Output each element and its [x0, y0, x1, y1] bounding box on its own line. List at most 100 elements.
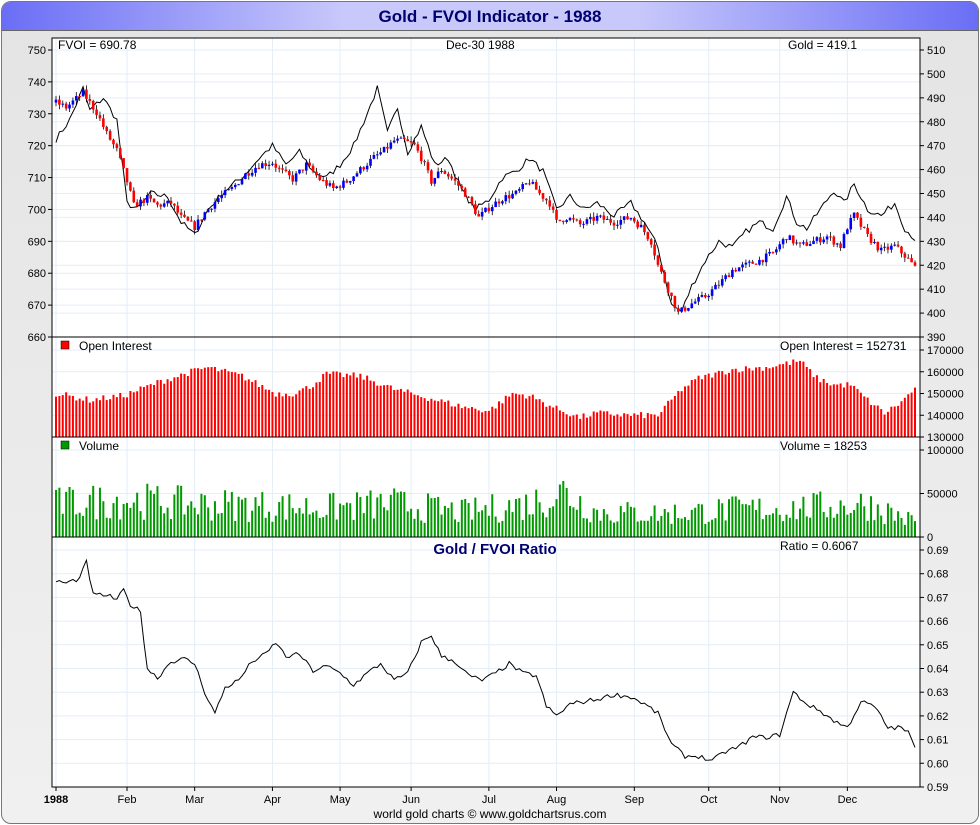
- oi-bar: [799, 360, 802, 437]
- volume-bar: [886, 503, 889, 537]
- volume-bar: [501, 520, 504, 537]
- candle-body: [673, 296, 677, 309]
- candle-body: [639, 224, 643, 228]
- candle-body: [189, 220, 193, 222]
- oi-bar: [153, 384, 156, 437]
- candle-body: [541, 193, 545, 199]
- oi-bar: [504, 395, 507, 437]
- volume-bar: [163, 513, 166, 537]
- candle-body: [183, 214, 186, 217]
- volume-bar: [393, 488, 396, 537]
- candle-body: [737, 267, 741, 272]
- candle-body: [602, 215, 606, 220]
- oi-bar: [244, 380, 247, 437]
- oi-bar: [369, 380, 372, 437]
- candle-body: [744, 262, 748, 265]
- oi-bar: [809, 369, 812, 437]
- oi-bar: [704, 374, 707, 437]
- volume-bar: [433, 497, 436, 537]
- oi-bar: [656, 416, 659, 437]
- candle-body: [375, 154, 379, 156]
- candle-body: [666, 282, 670, 293]
- candle-body: [156, 202, 159, 205]
- oi-bar: [650, 414, 653, 437]
- oi-bar: [220, 369, 223, 437]
- oi-bar: [122, 397, 125, 437]
- oi-bar: [464, 406, 467, 437]
- oi-bar: [640, 412, 643, 437]
- oi-bar: [477, 410, 480, 437]
- volume-bar: [900, 517, 903, 537]
- oi-bar: [403, 391, 406, 437]
- volume-bar: [156, 486, 159, 537]
- volume-bar: [785, 514, 788, 537]
- oi-bar: [528, 396, 531, 437]
- y-tick-label: 390: [927, 332, 945, 344]
- y-tick-label: 500: [927, 69, 945, 81]
- volume-bar: [119, 519, 122, 537]
- candle-body: [355, 173, 359, 177]
- candle-body: [146, 195, 149, 203]
- oi-bar: [535, 399, 538, 437]
- candle-body: [646, 232, 650, 240]
- volume-bar: [599, 520, 602, 537]
- candle-body: [629, 218, 633, 220]
- candle-body: [656, 255, 660, 265]
- y-tick-label: 0.60: [927, 758, 948, 770]
- volume-bar: [528, 514, 531, 537]
- volume-bar: [491, 494, 494, 537]
- volume-bar: [305, 498, 308, 537]
- volume-bar: [122, 503, 125, 537]
- candle-body: [822, 239, 825, 243]
- candle-body: [247, 173, 251, 176]
- volume-bar: [511, 512, 514, 537]
- candle-body: [399, 137, 403, 139]
- oi-bar: [355, 377, 358, 437]
- candle-body: [545, 198, 548, 201]
- oi-bar: [312, 387, 315, 437]
- oi-bar: [159, 380, 162, 437]
- oi-bar: [281, 396, 284, 437]
- y-tick-label: 0.69: [927, 545, 948, 557]
- candle-body: [416, 144, 420, 151]
- candle-body: [345, 180, 349, 183]
- volume-bar: [541, 512, 544, 537]
- volume-bar: [416, 509, 419, 537]
- volume-bar: [322, 517, 325, 537]
- candle-body: [403, 137, 406, 140]
- candle-body: [244, 173, 247, 180]
- candle-body: [622, 216, 626, 220]
- candle-body: [869, 233, 873, 243]
- x-tick-label: Oct: [700, 794, 717, 806]
- candle-body: [196, 219, 200, 231]
- oi-bar: [487, 410, 490, 437]
- volume-bar: [180, 485, 183, 537]
- y-tick-label: 750: [28, 45, 46, 57]
- candle-body: [676, 308, 680, 312]
- candle-body: [714, 284, 717, 290]
- oi-bar: [626, 414, 629, 437]
- volume-bar: [443, 505, 446, 537]
- oi-bar: [684, 386, 687, 437]
- oi-bar: [792, 359, 795, 437]
- volume-bar: [572, 507, 575, 537]
- volume-legend-label: Volume: [79, 439, 119, 453]
- volume-bar: [332, 492, 335, 537]
- oi-bar: [271, 392, 274, 437]
- candle-body: [139, 199, 142, 207]
- candle-body: [362, 167, 366, 170]
- volume-bar: [328, 493, 331, 537]
- candle-body: [626, 216, 629, 220]
- volume-bar: [700, 504, 703, 537]
- volume-bar: [616, 521, 619, 537]
- volume-bar: [518, 498, 521, 537]
- candle-body: [484, 207, 487, 212]
- volume-bar: [342, 505, 345, 537]
- volume-bar: [403, 492, 406, 537]
- volume-bar: [193, 507, 196, 537]
- candle-body: [95, 109, 98, 116]
- candle-body: [453, 178, 457, 181]
- candle-body: [680, 307, 683, 312]
- oi-bar: [200, 369, 203, 437]
- volume-bar: [870, 496, 873, 537]
